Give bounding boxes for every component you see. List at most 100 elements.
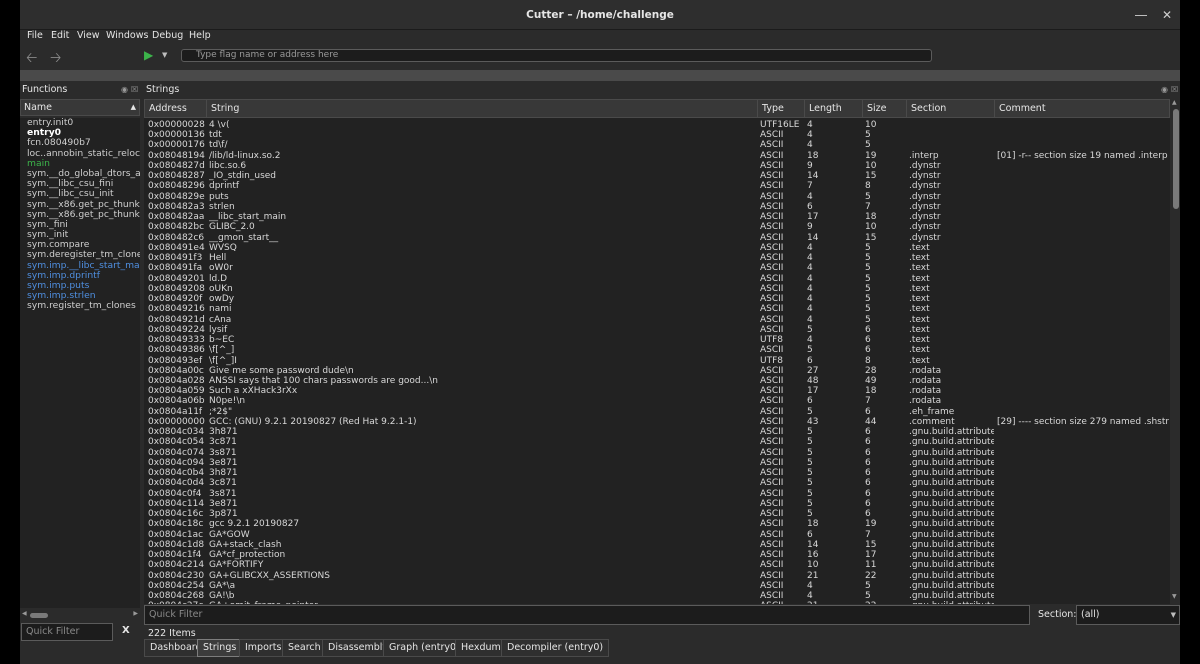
close-icon[interactable]: ✕ (1158, 6, 1176, 24)
table-row[interactable]: 0x0804c074 3s871 ASCII 5 6 .gnu.build.attribu… (144, 448, 1170, 458)
panel-close-icon[interactable]: ☒ (1171, 85, 1178, 94)
table-row[interactable]: 0x080491fa oW0r ASCII 4 5 .text (144, 263, 1170, 273)
function-item[interactable]: entry0 (20, 128, 140, 138)
table-row[interactable]: 0x080482a3 strlen ASCII 6 7 .dynstr (144, 202, 1170, 212)
table-row[interactable]: 0x0804c27cGA+omit_frame_pointer ASCII2122… (144, 601, 1170, 604)
column-header-address[interactable]: Address (144, 99, 207, 118)
column-header-string[interactable]: String (206, 99, 758, 118)
table-row[interactable]: 0x080491e4 WVSQ ASCII 4 5 .text (144, 243, 1170, 253)
table-row[interactable]: 0x0804921d cAna ASCII 4 5 .text (144, 315, 1170, 325)
table-row[interactable]: 0x0804c0f4 3s871 ASCII 5 6 .gnu.build.attribu… (144, 489, 1170, 499)
table-row[interactable]: 0x0804c254 GA*\a ASCII 4 5 .gnu.build.attribu… (144, 581, 1170, 591)
table-row[interactable]: 0x0804c214 GA*FORTIFY ASCII 10 11 .gnu.build.… (144, 560, 1170, 570)
function-item[interactable]: sym.__libc_csu_init (20, 189, 140, 199)
clear-filter-button[interactable]: X (122, 625, 130, 636)
table-row[interactable]: 0x0804829e puts ASCII 4 5 .dynstr (144, 192, 1170, 202)
menu-file[interactable]: File (27, 30, 43, 41)
function-item[interactable]: loc..annobin_static_reloc.c (20, 149, 140, 159)
function-item[interactable]: sym.imp.strlen (20, 291, 140, 301)
table-row[interactable]: 0x00000176 td\f/ASCII 4 5 (144, 140, 1170, 150)
scroll-down-icon[interactable]: ▼ (1172, 593, 1177, 600)
table-row[interactable]: 0x08048287 _IO_stdin_used ASCII 14 15 .dynstr (144, 171, 1170, 181)
table-row[interactable]: 0x0804c0b4 3h871 ASCII 5 6 .gnu.build.attribu… (144, 468, 1170, 478)
functions-horizontal-scrollbar[interactable]: ◀ ▶ (22, 610, 138, 619)
table-row[interactable]: 0x00000000 GCC: (GNU) 9.2.1 20190827 (Red… (144, 417, 1170, 427)
table-row[interactable]: 0x0804a06b N0pe!\n ASCII 6 7 .rodata (144, 396, 1170, 406)
table-row[interactable]: 0x08049224 lysif ASCII 5 6 .text (144, 325, 1170, 335)
table-row[interactable]: 0x08049208 oUKn ASCII 4 5 .text (144, 284, 1170, 294)
table-row[interactable]: 0x08049333 b~EC UTF8 4 6 .text (144, 335, 1170, 345)
functions-column-header[interactable]: Name ▲ (20, 99, 140, 116)
menu-windows[interactable]: Windows (106, 30, 148, 41)
function-item[interactable]: sym.imp.puts (20, 281, 140, 291)
tab-graph[interactable]: Graph (entry0) (383, 639, 466, 657)
table-row[interactable]: 0x08049216 nami ASCII 4 5 .text (144, 304, 1170, 314)
function-item[interactable]: entry.init0 (20, 118, 140, 128)
column-header-comment[interactable]: Comment (994, 99, 1170, 118)
strings-quick-filter-input[interactable]: Quick Filter (144, 605, 1030, 625)
section-select[interactable]: (all) ▼ (1076, 605, 1180, 625)
table-row[interactable]: 0x0804c230 GA+GLIBCXX_ASSERTIONS ASCII 21 22… (144, 571, 1170, 581)
table-row[interactable]: 0x080482c6 __gmon_start__ ASCII 14 15 .dynstr (144, 233, 1170, 243)
function-item[interactable]: sym.__x86.get_pc_thunk.bp (20, 200, 140, 210)
panel-close-icon[interactable]: ☒ (131, 85, 138, 94)
function-item[interactable]: sym.imp.__libc_start_main (20, 261, 140, 271)
table-row[interactable]: 0x0804a00c Give me some password dude\n AS… (144, 366, 1170, 376)
menu-edit[interactable]: Edit (51, 30, 69, 41)
function-item[interactable]: sym.deregister_tm_clones (20, 250, 140, 260)
table-row[interactable]: 0x08049386 \f[^_] ASCII 5 6 .text (144, 345, 1170, 355)
table-row[interactable]: 0x08048296 dprintf ASCII 7 8 .dynstr (144, 181, 1170, 191)
scroll-up-icon[interactable]: ▲ (1172, 99, 1177, 106)
table-row[interactable]: 0x080482aa __libc_start_main ASCII 17 18 .dyn… (144, 212, 1170, 222)
function-item[interactable]: sym.__libc_csu_fini (20, 179, 140, 189)
scroll-right-icon[interactable]: ▶ (133, 610, 138, 617)
tab-strings[interactable]: Strings (197, 639, 243, 657)
table-row[interactable]: 0x0804c094 3e871 ASCII 5 6 .gnu.build.attribu… (144, 458, 1170, 468)
function-item[interactable]: fcn.080490b7 (20, 138, 140, 148)
table-row[interactable]: 0x080493ef \f[^_]Ï UTF8 6 8 .text (144, 356, 1170, 366)
column-header-section[interactable]: Section (906, 99, 995, 118)
functions-quick-filter-input[interactable]: Quick Filter (21, 623, 113, 641)
tab-search[interactable]: Search (282, 639, 327, 657)
table-row[interactable]: 0x0804c268 GA!\b ASCII 4 5 .gnu.build.attribu… (144, 591, 1170, 601)
menu-view[interactable]: View (77, 30, 100, 41)
forward-arrow-icon[interactable]: 🡢 (50, 47, 61, 71)
table-row[interactable]: 0x0804a028 ANSSI says that 100 chars pass… (144, 376, 1170, 386)
tab-decompiler[interactable]: Decompiler (entry0) (501, 639, 610, 657)
table-row[interactable]: 0x08048194/lib/ld-linux.so.2 ASCII 18 19 .in… (144, 151, 1170, 161)
tab-imports[interactable]: Imports (239, 639, 288, 657)
column-header-length[interactable]: Length (804, 99, 863, 118)
function-item[interactable]: sym._init (20, 230, 140, 240)
scrollbar-thumb[interactable] (1173, 109, 1179, 209)
address-input[interactable]: Type flag name or address here (181, 49, 932, 62)
table-row[interactable]: 0x0804c1d8 GA+stack_clash ASCII 14 15 .gnu.bu… (144, 540, 1170, 550)
table-row[interactable]: 0x0804c0d4 3c871 ASCII 5 6 .gnu.build.attribu… (144, 478, 1170, 488)
scroll-left-icon[interactable]: ◀ (22, 610, 27, 617)
minimize-icon[interactable]: ― (1132, 6, 1150, 24)
chevron-down-icon[interactable]: ▼ (162, 51, 167, 59)
table-row[interactable]: 0x080482bc GLIBC_2.0 ASCII 9 10 .dynstr (144, 222, 1170, 232)
table-row[interactable]: 0x00000136 tdt ASCII 4 5 (144, 130, 1170, 140)
table-row[interactable]: 0x0804c054 3c871 ASCII 5 6 .gnu.build.attribu… (144, 437, 1170, 447)
table-row[interactable]: 0x08049201 ld.D ASCII 4 5 .text (144, 274, 1170, 284)
function-item[interactable]: sym.__do_global_dtors_aux (20, 169, 140, 179)
table-row[interactable]: 0x0804c16c 3p871 ASCII 5 6 .gnu.build.attribu… (144, 509, 1170, 519)
table-row[interactable]: 0x0804920f owDy ASCII 4 5 .text (144, 294, 1170, 304)
function-item[interactable]: sym.__x86.get_pc_thunk.bx (20, 210, 140, 220)
menu-debug[interactable]: Debug (152, 30, 183, 41)
table-row[interactable]: 0x00000028 4 \v(UTF16LE 4 10 (144, 120, 1170, 130)
function-item[interactable]: sym.register_tm_clones (20, 301, 140, 311)
play-icon[interactable]: ▶ (144, 48, 153, 62)
table-row[interactable]: 0x080491f3 Hell ASCII 4 5 .text (144, 253, 1170, 263)
table-row[interactable]: 0x0804a11f ;*2$" ASCII 5 6 .eh_frame (144, 407, 1170, 417)
menu-help[interactable]: Help (189, 30, 211, 41)
function-item[interactable]: sym._fini (20, 220, 140, 230)
back-arrow-icon[interactable]: 🡠 (26, 47, 37, 71)
table-row[interactable]: 0x0804827d libc.so.6 ASCII 9 10 .dynstr (144, 161, 1170, 171)
table-row[interactable]: 0x0804a059 Such a xXHack3rXx ASCII 17 18 .rod… (144, 386, 1170, 396)
function-item[interactable]: sym.imp.dprintf (20, 271, 140, 281)
table-row[interactable]: 0x0804c1ac GA*GOW ASCII 6 7 .gnu.build.attrib… (144, 530, 1170, 540)
function-item[interactable]: main (20, 159, 140, 169)
table-row[interactable]: 0x0804c1f4 GA*cf_protection ASCII 16 17 .gnu.… (144, 550, 1170, 560)
scrollbar-thumb[interactable] (30, 613, 48, 618)
